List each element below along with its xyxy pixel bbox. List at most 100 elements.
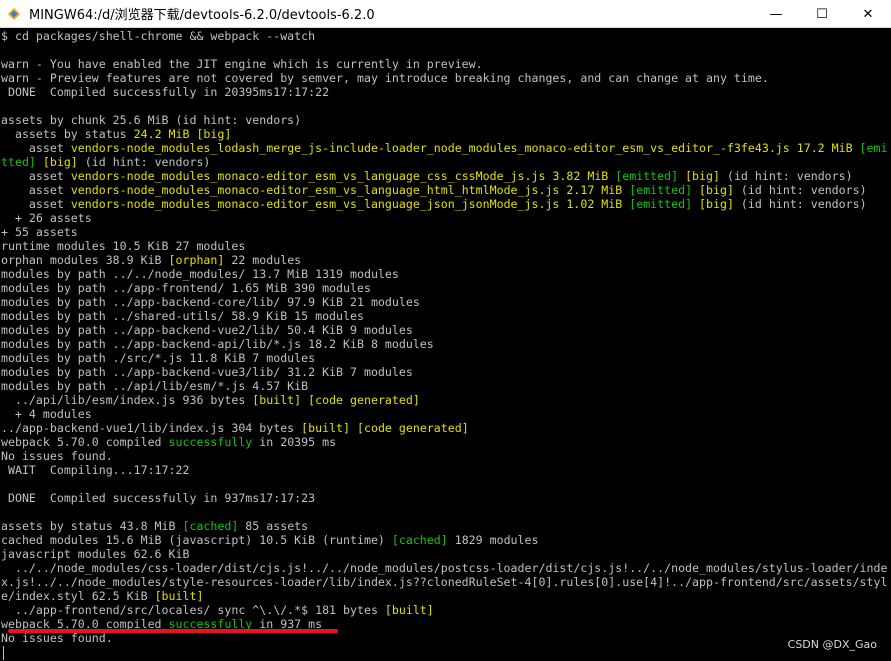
terminal-text-segment: [emitted] bbox=[608, 169, 679, 183]
terminal-text-segment: DONE Compiled successfully in 20395ms17:… bbox=[1, 85, 330, 99]
terminal-text-segment: (id hint: vendors) bbox=[719, 169, 853, 183]
terminal-text-segment: modules by path ../app-backend-core/lib/… bbox=[1, 295, 420, 309]
terminal-text-segment: $ cd packages/shell-chrome && webpack --… bbox=[1, 29, 316, 43]
terminal-window: MINGW64:/d/浏览器下载/devtools-6.2.0/devtools… bbox=[0, 0, 891, 661]
terminal-line: ../app-frontend/src/locales/ sync ^\.\/.… bbox=[1, 603, 891, 617]
terminal-line: ../../node_modules/css-loader/dist/cjs.j… bbox=[1, 561, 891, 575]
terminal-text-segment: webpack 5.70.0 compiled bbox=[1, 435, 169, 449]
terminal-text-segment: 22 modules bbox=[224, 253, 302, 267]
terminal-line: runtime modules 10.5 KiB 27 modules bbox=[1, 239, 891, 253]
terminal-line: No issues found. bbox=[1, 449, 891, 463]
terminal-line: modules by path ../app-backend-api/lib/*… bbox=[1, 337, 891, 351]
terminal-text-segment: assets by status bbox=[1, 127, 134, 141]
terminal-line: DONE Compiled successfully in 20395ms17:… bbox=[1, 85, 891, 99]
terminal-line: orphan modules 38.9 KiB [orphan] 22 modu… bbox=[1, 253, 891, 267]
terminal-text-segment: tted] bbox=[1, 155, 36, 169]
terminal-text-segment: modules by path ../app-backend-api/lib/*… bbox=[1, 337, 434, 351]
maximize-button[interactable]: ☐ bbox=[799, 0, 845, 28]
terminal-line: webpack 5.70.0 compiled successfully in … bbox=[1, 435, 891, 449]
terminal-line: modules by path ../app-backend-core/lib/… bbox=[1, 295, 891, 309]
terminal-text-segment: vendors-node_modules_lodash_merge_js-inc… bbox=[70, 141, 853, 155]
terminal-text-segment: [built] bbox=[384, 603, 434, 617]
terminal-text-segment: [built] bbox=[154, 589, 204, 603]
red-annotation-underline bbox=[8, 629, 338, 633]
terminal-text-segment: modules by path ../app-backend-vue3/lib/… bbox=[1, 365, 413, 379]
terminal-text-segment: warn - You have enabled the JIT engine w… bbox=[1, 57, 483, 71]
terminal-line: ../api/lib/esm/index.js 936 bytes [built… bbox=[1, 393, 891, 407]
terminal-line: modules by path ../shared-utils/ 58.9 Ki… bbox=[1, 309, 891, 323]
terminal-line: tted] [big] (id hint: vendors) bbox=[1, 155, 891, 169]
terminal-text-segment: [orphan] bbox=[168, 253, 225, 267]
terminal-text-segment: + 4 modules bbox=[1, 407, 92, 421]
terminal-text-segment: (id hint: vendors) bbox=[733, 197, 867, 211]
window-controls: — ☐ ✕ bbox=[753, 0, 891, 28]
terminal-text-segment: modules by path ../../node_modules/ 13.7… bbox=[1, 267, 399, 281]
window-title: MINGW64:/d/浏览器下载/devtools-6.2.0/devtools… bbox=[29, 8, 375, 23]
terminal-line: modules by path ../../node_modules/ 13.7… bbox=[1, 267, 891, 281]
terminal-text-segment: modules by path ../api/lib/esm/*.js 4.57… bbox=[1, 379, 309, 393]
title-bar[interactable]: MINGW64:/d/浏览器下载/devtools-6.2.0/devtools… bbox=[0, 0, 891, 28]
terminal-line: WAIT Compiling...17:17:22 bbox=[1, 463, 891, 477]
terminal-text-segment: warn - Preview features are not covered … bbox=[1, 71, 769, 85]
terminal-text-segment: 1829 modules bbox=[447, 533, 539, 547]
terminal-line: asset vendors-node_modules_monaco-editor… bbox=[1, 169, 891, 183]
terminal-text-segment: in 20395 ms bbox=[252, 435, 337, 449]
terminal-text-segment: [big] bbox=[692, 197, 734, 211]
terminal-text-segment: [emi bbox=[852, 141, 888, 155]
terminal-text-segment: ../../node_modules/css-loader/dist/cjs.j… bbox=[1, 561, 888, 575]
terminal-text-segment: orphan modules 38.9 KiB bbox=[1, 253, 169, 267]
text-cursor bbox=[3, 646, 4, 660]
terminal-text-segment: No issues found. bbox=[1, 631, 113, 645]
terminal-line: modules by path ../api/lib/esm/*.js 4.57… bbox=[1, 379, 891, 393]
terminal-line: x.js!../../node_modules/style-resources-… bbox=[1, 575, 891, 589]
terminal-line: No issues found. bbox=[1, 631, 891, 645]
close-button[interactable]: ✕ bbox=[845, 0, 891, 28]
terminal-line: asset vendors-node_modules_monaco-editor… bbox=[1, 183, 891, 197]
terminal-text-segment: e/index.styl 62.5 KiB bbox=[1, 589, 155, 603]
terminal-line: warn - You have enabled the JIT engine w… bbox=[1, 57, 891, 71]
terminal-text-segment: asset bbox=[1, 169, 71, 183]
minimize-button[interactable]: — bbox=[753, 0, 799, 28]
terminal-line: ../app-backend-vue1/lib/index.js 304 byt… bbox=[1, 421, 891, 435]
terminal-text-segment: [code generated] bbox=[357, 421, 469, 435]
terminal-line: modules by path ../app-backend-vue2/lib/… bbox=[1, 323, 891, 337]
terminal-line: + 26 assets bbox=[1, 211, 891, 225]
terminal-text-segment: vendors-node_modules_monaco-editor_esm_v… bbox=[70, 197, 623, 211]
terminal-line: + 4 modules bbox=[1, 407, 891, 421]
terminal-text-segment: cached modules 15.6 MiB (javascript) 10.… bbox=[1, 533, 392, 547]
terminal-line: $ cd packages/shell-chrome && webpack --… bbox=[1, 29, 891, 43]
terminal-line: assets by status 43.8 MiB [cached] 85 as… bbox=[1, 519, 891, 533]
terminal-line: asset vendors-node_modules_lodash_merge_… bbox=[1, 141, 891, 155]
csdn-watermark: CSDN @DX_Gao bbox=[787, 638, 877, 651]
prompt-line[interactable] bbox=[1, 645, 891, 661]
terminal-text-segment: modules by path ../app-frontend/ 1.65 Mi… bbox=[1, 281, 371, 295]
terminal-output[interactable]: $ cd packages/shell-chrome && webpack --… bbox=[0, 29, 891, 661]
mingw-terminal-icon[interactable] bbox=[7, 7, 21, 21]
terminal-line: asset vendors-node_modules_monaco-editor… bbox=[1, 197, 891, 211]
terminal-text-segment: DONE Compiled successfully in 937ms17:17… bbox=[1, 491, 316, 505]
terminal-text-segment: x.js!../../node_modules/style-resources-… bbox=[1, 575, 888, 589]
terminal-text-segment: ../app-backend-vue1/lib/index.js 304 byt… bbox=[1, 421, 302, 435]
terminal-line: assets by chunk 25.6 MiB (id hint: vendo… bbox=[1, 113, 891, 127]
terminal-text-segment: asset bbox=[1, 197, 71, 211]
terminal-text-segment: vendors-node_modules_monaco-editor_esm_v… bbox=[70, 169, 609, 183]
terminal-text-segment: [big] bbox=[678, 169, 720, 183]
terminal-text-segment: [emitted] bbox=[622, 183, 693, 197]
terminal-text-segment: successfully bbox=[168, 435, 253, 449]
terminal-text-segment: vendors-node_modules_monaco-editor_esm_v… bbox=[70, 183, 623, 197]
terminal-line: e/index.styl 62.5 KiB [built] bbox=[1, 589, 891, 603]
terminal-text-segment: [big] bbox=[692, 183, 734, 197]
terminal-text-segment: modules by path ../app-backend-vue2/lib/… bbox=[1, 323, 413, 337]
terminal-text-segment: No issues found. bbox=[1, 449, 113, 463]
terminal-line: cached modules 15.6 MiB (javascript) 10.… bbox=[1, 533, 891, 547]
terminal-line: assets by status 24.2 MiB [big] bbox=[1, 127, 891, 141]
terminal-text-segment: [built] bbox=[252, 393, 302, 407]
terminal-text-segment: runtime modules 10.5 KiB 27 modules bbox=[1, 239, 246, 253]
terminal-text-segment: modules by path ./src/*.js 11.8 KiB 7 mo… bbox=[1, 351, 316, 365]
terminal-text-segment: ../app-frontend/src/locales/ sync ^\.\/.… bbox=[1, 603, 385, 617]
terminal-text-segment: (id hint: vendors) bbox=[733, 183, 867, 197]
terminal-text-segment: ../api/lib/esm/index.js 936 bytes bbox=[1, 393, 253, 407]
